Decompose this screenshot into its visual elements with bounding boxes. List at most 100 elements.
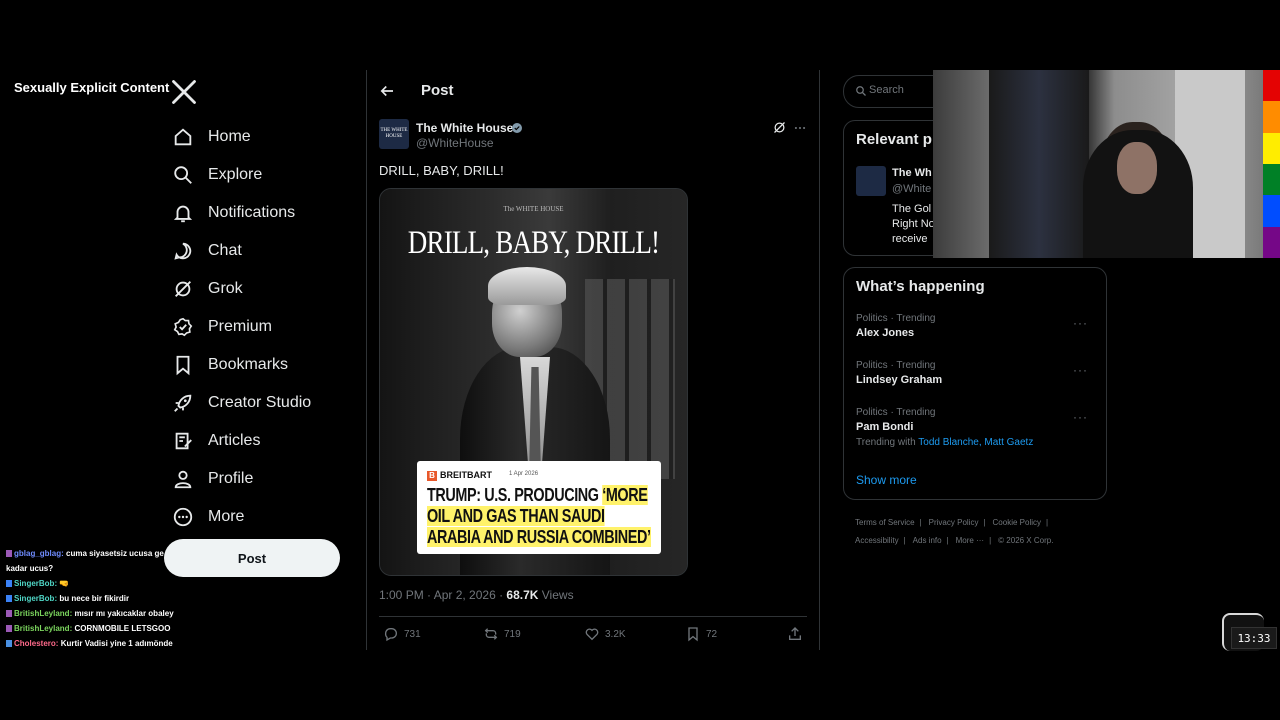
- trending-with-links[interactable]: Todd Blanche, Matt Gaetz: [918, 437, 1033, 448]
- chat-username: SingerBob:: [14, 594, 58, 603]
- sidebar-item-notifications[interactable]: Notifications: [172, 194, 362, 232]
- stream-chat: gblag_gblag: cuma siyasetsiz ucusa ge ka…: [6, 546, 246, 651]
- chat-message: BritishLeyland: mısır mı yakıcaklar obal…: [6, 606, 246, 621]
- search-icon: [856, 86, 866, 96]
- chat-message: kadar ucus?: [6, 561, 246, 576]
- chat-message: SingerBob: 🤜: [6, 576, 246, 591]
- trend-category: Politics · Trending: [856, 407, 936, 418]
- show-more-link[interactable]: Show more: [856, 473, 917, 487]
- trend-item[interactable]: Politics · Trending Pam Bondi Trending w…: [856, 407, 1096, 448]
- copyright: © 2026 X Corp.: [998, 536, 1054, 545]
- sidebar-item-label: Bookmarks: [208, 356, 289, 373]
- sidebar-item-profile[interactable]: Profile: [172, 460, 362, 498]
- relevant-handle: @White: [892, 183, 932, 195]
- content-warning-label: Sexually Explicit Content: [8, 76, 176, 99]
- bookmark-button[interactable]: 72: [685, 626, 717, 642]
- footer-link[interactable]: Privacy Policy: [929, 518, 979, 527]
- like-button[interactable]: 3.2K: [584, 626, 626, 642]
- avatar[interactable]: THE WHITE HOUSE: [379, 119, 409, 149]
- trend-category: Politics · Trending: [856, 313, 936, 324]
- share-button[interactable]: [787, 626, 808, 642]
- trend-name: Pam Bondi: [856, 421, 914, 433]
- sidebar-item-label: Home: [208, 128, 251, 145]
- footer-link[interactable]: Cookie Policy: [993, 518, 1041, 527]
- trend-item[interactable]: Politics · Trending Lindsey Graham ···: [856, 360, 1096, 386]
- chat-text: kadar ucus?: [6, 564, 54, 573]
- share-icon: [789, 627, 801, 640]
- sidebar-item-creator-studio[interactable]: Creator Studio: [172, 384, 362, 422]
- chat-icon: [174, 242, 192, 260]
- tweet-image[interactable]: The WHITE HOUSE DRILL, BABY, DRILL! B BRE…: [379, 188, 688, 576]
- x-logo-icon[interactable]: [170, 78, 198, 106]
- news-card: B BREITBART 1 Apr 2026 TRUMP: U.S. PRODUC…: [417, 461, 661, 554]
- sidebar-item-explore[interactable]: Explore: [172, 156, 362, 194]
- repost-icon: [484, 628, 498, 640]
- trend-name: Alex Jones: [856, 327, 915, 339]
- sidebar-item-label: Articles: [208, 432, 261, 449]
- more-options-icon[interactable]: ···: [1073, 410, 1088, 424]
- sidebar-item-bookmarks[interactable]: Bookmarks: [172, 346, 362, 384]
- rocket-icon: [174, 394, 192, 412]
- white-house-logo: The WHITE HOUSE: [503, 205, 564, 213]
- heart-icon: [585, 628, 599, 641]
- whats-happening-panel: What’s happening Politics · Trending Ale…: [843, 267, 1107, 500]
- home-icon: [174, 128, 192, 146]
- chat-message: BritishLeyland: CORNMOBILE LETSGOO: [6, 621, 246, 636]
- more-options-icon[interactable]: ···: [1073, 316, 1088, 330]
- webcam-overlay: [933, 70, 1263, 258]
- more-options-icon[interactable]: ···: [1073, 363, 1088, 377]
- view-count: 68.7K: [506, 588, 539, 602]
- sidebar-item-label: Notifications: [208, 204, 296, 221]
- panel-title: What’s happening: [856, 278, 985, 295]
- footer-link[interactable]: Accessibility: [855, 536, 899, 545]
- reply-count: 731: [404, 628, 421, 640]
- grok-explain-icon[interactable]: [772, 120, 787, 135]
- chat-username: Cholestero:: [14, 639, 59, 648]
- footer-links: Terms of Service | Privacy Policy | Cookie P…: [855, 518, 1054, 545]
- sidebar-item-grok[interactable]: Grok: [172, 270, 362, 308]
- sidebar-item-premium[interactable]: Premium: [172, 308, 362, 346]
- tweet-timestamp[interactable]: 1:00 PM · Apr 2, 2026 ·: [379, 588, 506, 602]
- more-circle-icon: [173, 507, 193, 527]
- emote-icon: 🤜: [59, 579, 70, 588]
- trending-with: Trending with Todd Blanche, Matt Gaetz: [856, 437, 1034, 448]
- repost-count: 719: [504, 628, 521, 640]
- sidebar-item-label: Grok: [208, 280, 243, 297]
- avatar[interactable]: [856, 166, 886, 196]
- relevant-name[interactable]: The Wh: [892, 167, 932, 179]
- repost-button[interactable]: 719: [483, 626, 521, 642]
- person-icon: [174, 470, 192, 489]
- divider: [379, 616, 807, 617]
- reply-button[interactable]: 731: [383, 626, 421, 642]
- chat-username: SingerBob:: [14, 579, 58, 588]
- bookmark-icon: [176, 355, 190, 376]
- sidebar-item-label: Profile: [208, 470, 254, 487]
- page-title: Post: [421, 82, 454, 99]
- footer-link[interactable]: Ads info: [913, 536, 942, 545]
- sidebar-item-articles[interactable]: Articles: [172, 422, 362, 460]
- chat-message: gblag_gblag: cuma siyasetsiz ucusa ge: [6, 546, 246, 561]
- reply-icon: [384, 628, 397, 642]
- chat-text: Kurtir Vadisi yine 1 adımönde: [60, 639, 173, 648]
- sidebar-item-more[interactable]: More: [172, 498, 362, 536]
- sidebar-item-label: More: [208, 508, 245, 525]
- sidebar-item-home[interactable]: Home: [172, 118, 362, 156]
- footer-link[interactable]: More ···: [956, 536, 984, 545]
- grok-icon: [175, 281, 191, 297]
- trend-item[interactable]: Politics · Trending Alex Jones ···: [856, 313, 1096, 339]
- sidebar-item-label: Chat: [208, 242, 242, 259]
- avatar-text: THE WHITE HOUSE: [380, 128, 408, 139]
- chat-text: cuma siyasetsiz ucusa ge: [66, 549, 164, 558]
- footer-link[interactable]: Terms of Service: [855, 518, 915, 527]
- author-name[interactable]: The White House: [416, 121, 513, 135]
- breitbart-logo: B BREITBART: [427, 470, 492, 481]
- search-placeholder: Search: [869, 84, 904, 96]
- back-arrow-icon[interactable]: [378, 82, 396, 100]
- chat-username: BritishLeyland:: [14, 609, 73, 618]
- bookmark-count: 72: [706, 628, 718, 640]
- tweet-text: DRILL, BABY, DRILL!: [379, 163, 504, 178]
- author-handle[interactable]: @WhiteHouse: [416, 136, 494, 150]
- sidebar-item-chat[interactable]: Chat: [172, 232, 362, 270]
- panel-title: Relevant p: [856, 131, 932, 148]
- more-options-icon[interactable]: [793, 121, 807, 135]
